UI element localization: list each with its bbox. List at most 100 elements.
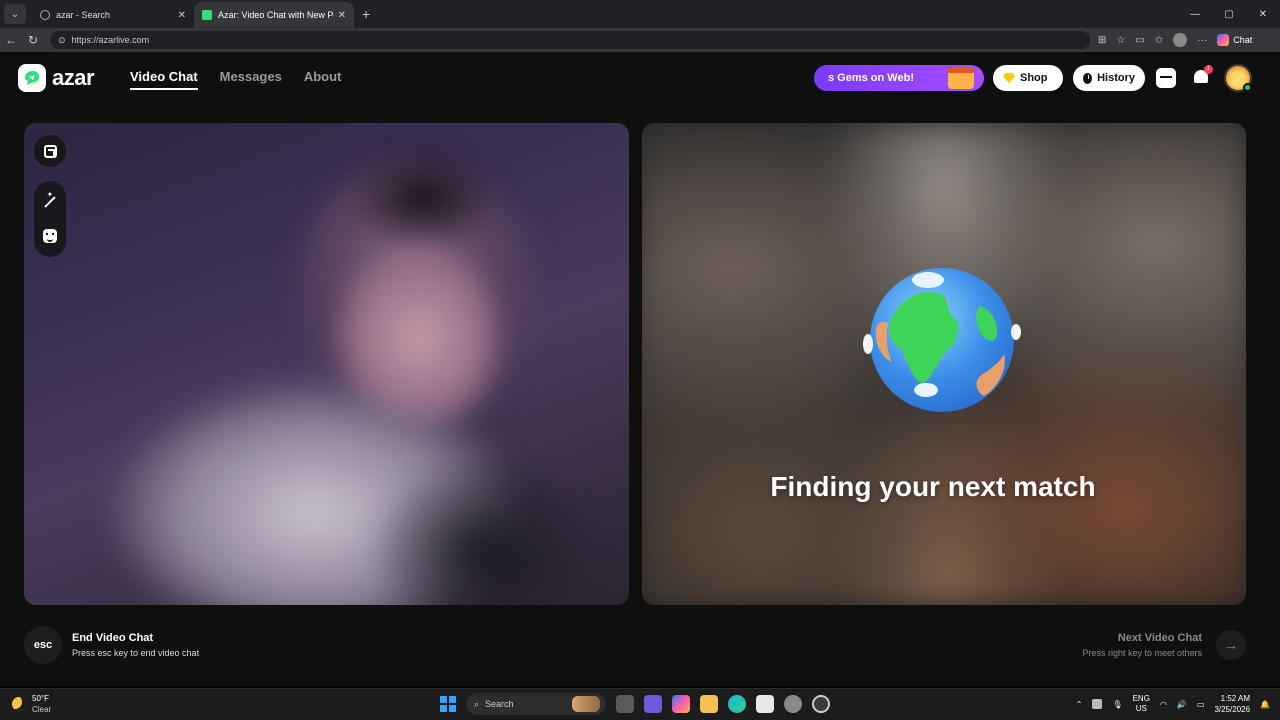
url-text: https://azarlive.com bbox=[71, 35, 150, 45]
next-video-chat-control[interactable]: Next Video Chat Press right key to meet … bbox=[1082, 630, 1246, 660]
end-chat-text: End Video Chat Press esc key to end vide… bbox=[72, 632, 199, 658]
store-icon[interactable] bbox=[1156, 68, 1176, 88]
copilot-app-icon[interactable] bbox=[672, 695, 690, 713]
teams-icon[interactable] bbox=[644, 695, 662, 713]
clock-date: 3/25/2026 bbox=[1214, 705, 1251, 714]
refresh-button[interactable]: ↻ bbox=[22, 33, 44, 47]
url-field[interactable]: ⊙ https://azarlive.com bbox=[50, 31, 1090, 49]
moon-icon bbox=[12, 697, 26, 711]
copilot-chat-button[interactable]: Chat bbox=[1217, 34, 1252, 46]
user-avatar[interactable] bbox=[1224, 64, 1252, 92]
window-controls: — ▢ ✕ bbox=[1178, 0, 1280, 28]
battery-icon[interactable]: ▭ bbox=[1197, 700, 1205, 709]
settings-gear-icon[interactable] bbox=[784, 695, 802, 713]
notifications-bell-icon[interactable]: 1 bbox=[1193, 65, 1213, 86]
shop-button[interactable]: Shop bbox=[993, 65, 1063, 91]
minimize-button[interactable]: — bbox=[1178, 0, 1212, 28]
system-clock[interactable]: 1:52 AM 3/25/2026 bbox=[1214, 693, 1250, 715]
notification-badge: 1 bbox=[1204, 65, 1213, 74]
chat-label: Chat bbox=[1233, 35, 1253, 45]
language-indicator[interactable]: ENG US bbox=[1133, 694, 1150, 714]
chevron-up-icon[interactable]: ⌃ bbox=[1076, 700, 1083, 709]
picture-in-picture-icon bbox=[43, 144, 57, 158]
nav-messages[interactable]: Messages bbox=[220, 69, 282, 90]
taskbar-apps: ⌕ Search bbox=[440, 693, 830, 715]
history-label: History bbox=[1097, 72, 1135, 84]
nav-about[interactable]: About bbox=[304, 69, 342, 90]
local-video-panel bbox=[24, 123, 629, 605]
video-blur-shape bbox=[364, 453, 604, 605]
logo-text: azar bbox=[52, 65, 95, 90]
volume-icon[interactable]: 🔊 bbox=[1177, 700, 1187, 709]
effects-tool-group bbox=[34, 181, 66, 257]
browser-tab-search[interactable]: azar - Search ✕ bbox=[32, 2, 194, 28]
next-arrow-button[interactable]: → bbox=[1216, 630, 1246, 660]
gem-icon bbox=[1003, 73, 1015, 83]
new-tab-button[interactable]: + bbox=[362, 6, 370, 22]
next-chat-text: Next Video Chat Press right key to meet … bbox=[1082, 632, 1202, 658]
app-available-icon[interactable]: ⊞ bbox=[1098, 35, 1106, 46]
azar-logo-icon bbox=[18, 64, 46, 92]
microphone-icon[interactable]: 🎙 bbox=[1112, 700, 1122, 709]
windows-taskbar: 50°F Clear ⌕ Search ⌃ 🎙 ENG US ◠ 🔊 ▭ 1:5… bbox=[0, 688, 1280, 720]
globe-icon bbox=[863, 268, 1021, 412]
close-window-button[interactable]: ✕ bbox=[1246, 0, 1280, 28]
beauty-filter-button[interactable] bbox=[34, 185, 66, 219]
search-icon bbox=[40, 10, 50, 20]
collections-icon[interactable]: ✩ bbox=[1155, 35, 1163, 46]
region-code: US bbox=[1135, 704, 1147, 713]
video-blur-shape bbox=[344, 143, 504, 253]
windows-start-icon[interactable] bbox=[440, 696, 456, 712]
profile-avatar[interactable] bbox=[1173, 33, 1188, 47]
site-header: azar Video Chat Messages About s Gems on… bbox=[0, 52, 1280, 102]
maximize-button[interactable]: ▢ bbox=[1212, 0, 1246, 28]
face-icon bbox=[43, 229, 57, 243]
finding-match-status: Finding your next match bbox=[770, 471, 1096, 502]
nav-video-chat[interactable]: Video Chat bbox=[130, 69, 198, 90]
favorite-star-icon[interactable]: ☆ bbox=[1116, 35, 1125, 46]
azar-page: azar Video Chat Messages About s Gems on… bbox=[0, 52, 1280, 686]
language-code: ENG bbox=[1132, 694, 1150, 703]
system-tray: ⌃ 🎙 ENG US ◠ 🔊 ▭ 1:52 AM 3/25/2026 🔔 bbox=[1076, 693, 1270, 715]
close-tab-icon[interactable]: ✕ bbox=[178, 10, 186, 21]
search-label: Search bbox=[485, 699, 514, 709]
copilot-icon bbox=[1217, 34, 1230, 46]
weather-widget[interactable]: 50°F Clear bbox=[12, 694, 51, 714]
more-options-icon[interactable]: ··· bbox=[1197, 35, 1207, 46]
browser-toolbar-icons: ⊞ ☆ ▭ ✩ ··· Chat bbox=[1098, 33, 1252, 47]
split-screen-icon[interactable]: ▭ bbox=[1135, 35, 1144, 46]
chrome-app-icon[interactable] bbox=[812, 695, 830, 713]
end-chat-hint: Press esc key to end video chat bbox=[72, 648, 200, 658]
azar-favicon-icon bbox=[202, 10, 212, 20]
weather-temp: 50°F bbox=[32, 694, 49, 703]
file-explorer-icon[interactable] bbox=[700, 695, 718, 713]
site-info-icon[interactable]: ⊙ bbox=[58, 35, 66, 46]
browser-tab-azar[interactable]: Azar: Video Chat with New Pe ✕ bbox=[194, 2, 354, 28]
tab-actions-menu-button[interactable]: ⌄ bbox=[4, 4, 26, 24]
face-mask-button[interactable] bbox=[34, 219, 66, 253]
notification-center-icon[interactable]: 🔔 bbox=[1260, 700, 1270, 709]
next-chat-title: Next Video Chat bbox=[1117, 632, 1202, 644]
azar-logo[interactable]: azar bbox=[18, 64, 95, 92]
picture-in-picture-button[interactable] bbox=[34, 135, 66, 167]
end-video-chat-control[interactable]: esc End Video Chat Press esc key to end … bbox=[24, 626, 199, 664]
close-tab-icon[interactable]: ✕ bbox=[338, 10, 346, 21]
taskbar-search[interactable]: ⌕ Search bbox=[466, 693, 606, 715]
tab-title: Azar: Video Chat with New Pe bbox=[218, 10, 334, 20]
task-view-icon[interactable] bbox=[616, 695, 634, 713]
next-chat-hint: Press right key to meet others bbox=[1082, 648, 1202, 658]
end-chat-title: End Video Chat bbox=[72, 632, 154, 644]
onedrive-icon[interactable] bbox=[1092, 699, 1103, 709]
tab-title: azar - Search bbox=[56, 10, 111, 20]
microsoft-store-icon[interactable] bbox=[756, 695, 774, 713]
header-actions: s Gems on Web! Shop History 1 bbox=[760, 64, 1280, 92]
back-button[interactable]: ← bbox=[0, 33, 22, 47]
wifi-icon[interactable]: ◠ bbox=[1160, 700, 1167, 709]
promo-text: s Gems on Web! bbox=[828, 72, 914, 84]
edge-browser-icon[interactable] bbox=[728, 695, 746, 713]
history-button[interactable]: History bbox=[1073, 65, 1145, 91]
esc-key-button[interactable]: esc bbox=[24, 626, 62, 664]
gems-promo-banner[interactable]: s Gems on Web! bbox=[814, 65, 984, 91]
clock-icon bbox=[1083, 72, 1093, 84]
treasure-chest-icon bbox=[948, 67, 974, 89]
